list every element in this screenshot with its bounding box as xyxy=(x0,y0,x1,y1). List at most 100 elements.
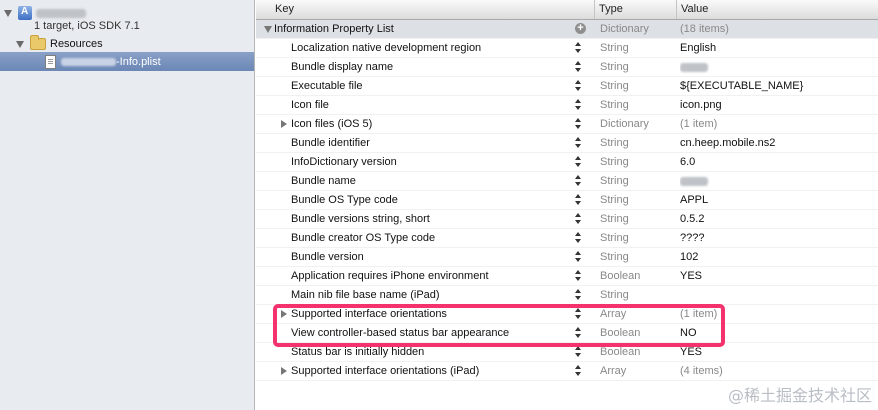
plist-row[interactable]: Bundle version String 102 xyxy=(256,248,878,267)
disclosure-right-icon[interactable] xyxy=(281,367,287,375)
key-stepper-icon[interactable] xyxy=(575,232,583,244)
type-column-header[interactable]: Type xyxy=(594,0,676,19)
project-subtitle: 1 target, iOS SDK 7.1 xyxy=(34,20,140,32)
type-cell[interactable]: String xyxy=(600,248,676,266)
key-cell[interactable]: Executable file xyxy=(291,77,581,95)
key-stepper-icon[interactable] xyxy=(575,61,583,73)
key-stepper-icon[interactable] xyxy=(575,213,583,225)
key-cell[interactable]: Bundle name xyxy=(291,172,581,190)
file-name-redacted xyxy=(61,57,116,66)
plist-row[interactable]: Main nib file base name (iPad) String xyxy=(256,286,878,305)
type-cell[interactable]: String xyxy=(600,39,676,57)
type-cell[interactable]: String xyxy=(600,172,676,190)
plist-row[interactable]: Bundle name String xyxy=(256,172,878,191)
type-cell[interactable]: String xyxy=(600,153,676,171)
key-cell[interactable]: Information Property List xyxy=(274,20,564,38)
value-cell[interactable]: (1 item) xyxy=(680,115,870,133)
value-cell[interactable]: (4 items) xyxy=(680,362,870,380)
value-cell[interactable]: APPL xyxy=(680,191,870,209)
project-navigator: 1 target, iOS SDK 7.1 Resources -Info.pl… xyxy=(0,0,255,410)
plist-row[interactable]: Icon file String icon.png xyxy=(256,96,878,115)
type-cell[interactable]: Dictionary xyxy=(600,20,676,38)
column-header: Key Type Value xyxy=(256,0,878,20)
key-cell[interactable]: Bundle versions string, short xyxy=(291,210,581,228)
value-cell[interactable]: 0.5.2 xyxy=(680,210,870,228)
disclosure-down-icon[interactable] xyxy=(4,9,12,17)
type-cell[interactable]: String xyxy=(600,210,676,228)
key-cell[interactable]: InfoDictionary version xyxy=(291,153,581,171)
key-stepper-icon[interactable] xyxy=(575,289,583,301)
value-column-header[interactable]: Value xyxy=(676,0,878,19)
key-stepper-icon[interactable] xyxy=(575,346,583,358)
key-cell[interactable]: Bundle OS Type code xyxy=(291,191,581,209)
key-cell[interactable]: Bundle identifier xyxy=(291,134,581,152)
value-cell[interactable]: ???? xyxy=(680,229,870,247)
plist-row[interactable]: Supported interface orientations (iPad) A… xyxy=(256,362,878,381)
plist-row[interactable]: Icon files (iOS 5) Dictionary (1 item) xyxy=(256,115,878,134)
plist-row[interactable]: Bundle display name String xyxy=(256,58,878,77)
key-cell[interactable]: Bundle version xyxy=(291,248,581,266)
sidebar-item-resources[interactable]: Resources xyxy=(0,35,254,53)
disclosure-down-icon[interactable] xyxy=(16,40,24,48)
key-stepper-icon[interactable] xyxy=(575,99,583,111)
disclosure-down-icon[interactable] xyxy=(264,26,272,33)
plist-row[interactable]: Bundle OS Type code String APPL xyxy=(256,191,878,210)
key-stepper-icon[interactable] xyxy=(575,270,583,282)
type-cell[interactable]: String xyxy=(600,191,676,209)
key-stepper-icon[interactable] xyxy=(575,156,583,168)
key-cell[interactable]: Localization native development region xyxy=(291,39,581,57)
value-cell[interactable]: cn.heep.mobile.ns2 xyxy=(680,134,870,152)
key-cell[interactable]: Bundle display name xyxy=(291,58,581,76)
value-cell[interactable]: 102 xyxy=(680,248,870,266)
sidebar-item-label: Resources xyxy=(50,38,103,50)
type-cell[interactable]: String xyxy=(600,58,676,76)
value-cell[interactable]: YES xyxy=(680,267,870,285)
plist-row[interactable]: Application requires iPhone environment B… xyxy=(256,267,878,286)
value-cell[interactable]: 6.0 xyxy=(680,153,870,171)
value-cell[interactable] xyxy=(680,58,870,76)
key-cell[interactable]: Supported interface orientations (iPad) xyxy=(291,362,581,380)
plist-row[interactable]: Localization native development region St… xyxy=(256,39,878,58)
value-cell[interactable]: ${EXECUTABLE_NAME} xyxy=(680,77,870,95)
type-cell[interactable]: String xyxy=(600,286,676,304)
key-stepper-icon[interactable] xyxy=(575,175,583,187)
type-cell[interactable]: String xyxy=(600,96,676,114)
type-cell[interactable]: String xyxy=(600,77,676,95)
key-cell[interactable]: Main nib file base name (iPad) xyxy=(291,286,581,304)
type-cell[interactable]: String xyxy=(600,134,676,152)
plist-row[interactable]: Bundle creator OS Type code String???? xyxy=(256,229,878,248)
key-stepper-icon[interactable] xyxy=(575,42,583,54)
type-cell[interactable]: Dictionary xyxy=(600,115,676,133)
disclosure-right-icon[interactable] xyxy=(281,120,287,128)
key-stepper-icon[interactable] xyxy=(575,118,583,130)
key-stepper-icon[interactable] xyxy=(575,137,583,149)
value-cell[interactable]: (18 items) xyxy=(680,20,870,38)
value-cell[interactable]: English xyxy=(680,39,870,57)
plist-editor: Key Type Value Information Property List… xyxy=(256,0,878,410)
type-cell[interactable]: Boolean xyxy=(600,267,676,285)
plist-row[interactable]: Executable file String ${EXECUTABLE_NAME} xyxy=(256,77,878,96)
plist-root-row[interactable]: Information Property List + Dictionary (18 … xyxy=(256,20,878,39)
key-cell[interactable]: Application requires iPhone environment xyxy=(291,267,581,285)
folder-icon xyxy=(30,35,46,50)
watermark: @稀土掘金技术社区 xyxy=(727,386,872,405)
plist-row[interactable]: InfoDictionary version String 6.0 xyxy=(256,153,878,172)
key-stepper-icon[interactable] xyxy=(575,194,583,206)
value-cell[interactable] xyxy=(680,286,870,304)
type-cell[interactable]: String xyxy=(600,229,676,247)
key-column-header[interactable]: Key xyxy=(256,0,594,19)
key-stepper-icon[interactable] xyxy=(575,80,583,92)
key-cell[interactable]: Icon file xyxy=(291,96,581,114)
highlight-box xyxy=(273,304,725,347)
key-cell[interactable]: Icon files (iOS 5) xyxy=(291,115,581,133)
value-cell[interactable]: icon.png xyxy=(680,96,870,114)
plist-row[interactable]: Bundle versions string, short String 0.5.2 xyxy=(256,210,878,229)
type-cell[interactable]: Array xyxy=(600,362,676,380)
sidebar-item-info-plist[interactable]: -Info.plist xyxy=(0,52,254,71)
plist-row[interactable]: Bundle identifier String cn.heep.mobile.ns… xyxy=(256,134,878,153)
value-cell[interactable] xyxy=(680,172,870,190)
key-cell[interactable]: Bundle creator OS Type code xyxy=(291,229,581,247)
key-stepper-icon[interactable] xyxy=(575,365,583,377)
key-stepper-icon[interactable] xyxy=(575,251,583,263)
add-item-icon[interactable]: + xyxy=(575,23,586,34)
